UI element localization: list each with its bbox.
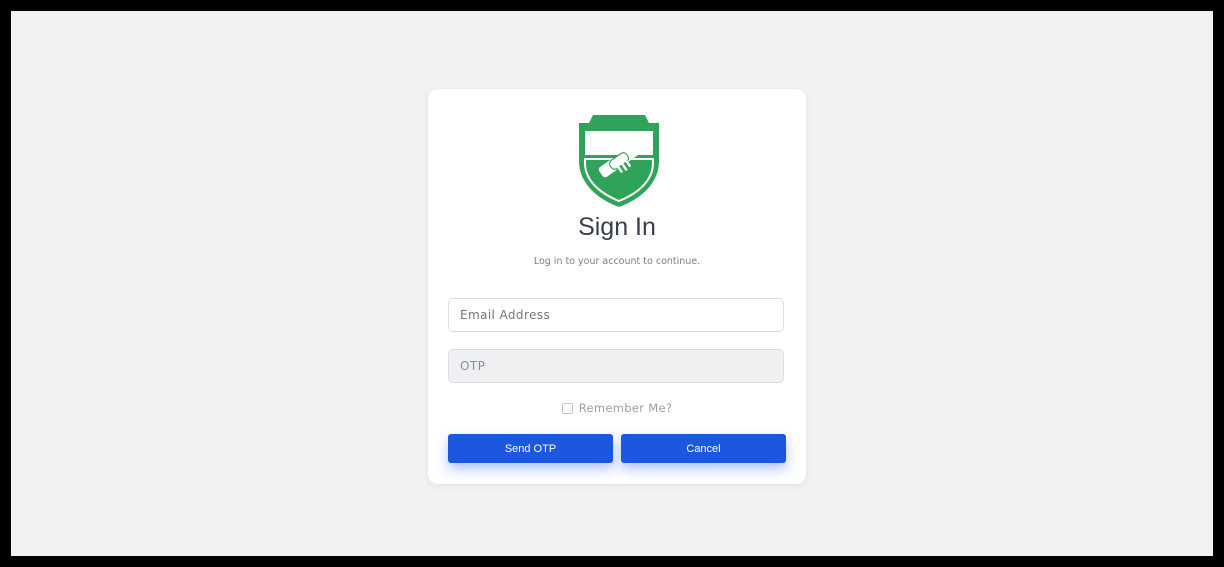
shield-handshake-icon bbox=[573, 109, 665, 209]
page-background: Sign In Log in to your account to contin… bbox=[11, 11, 1213, 556]
remember-me-row[interactable]: Remember Me? bbox=[428, 401, 806, 415]
sign-in-card: Sign In Log in to your account to contin… bbox=[428, 89, 806, 484]
remember-me-checkbox[interactable] bbox=[561, 402, 573, 414]
otp-input[interactable] bbox=[448, 349, 784, 383]
cancel-button[interactable]: Cancel bbox=[621, 434, 786, 463]
page-title: Sign In bbox=[578, 213, 656, 241]
send-otp-button[interactable]: Send OTP bbox=[448, 434, 613, 463]
remember-me-label: Remember Me? bbox=[578, 401, 673, 415]
page-subtitle: Log in to your account to continue. bbox=[533, 256, 701, 267]
email-input[interactable] bbox=[448, 298, 784, 332]
